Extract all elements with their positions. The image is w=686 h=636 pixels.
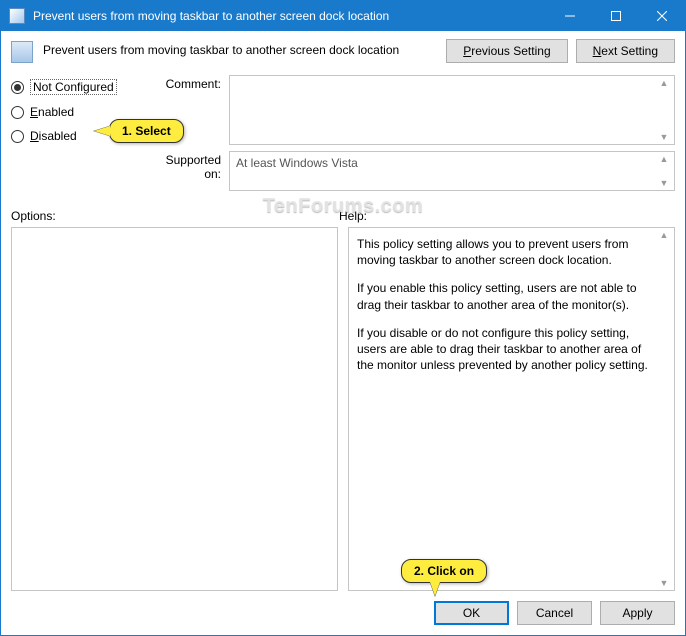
radio-label: Enabled bbox=[30, 105, 74, 119]
apply-button[interactable]: Apply bbox=[600, 601, 675, 625]
previous-setting-button[interactable]: Previous Setting bbox=[446, 39, 567, 63]
cancel-button[interactable]: Cancel bbox=[517, 601, 592, 625]
close-button[interactable] bbox=[639, 1, 685, 31]
radio-enabled[interactable]: Enabled bbox=[11, 105, 141, 119]
scroll-down-icon: ▼ bbox=[656, 178, 672, 188]
window-title: Prevent users from moving taskbar to ano… bbox=[33, 9, 547, 23]
annotation-callout-select: 1. Select bbox=[109, 119, 184, 143]
dialog-content: Prevent users from moving taskbar to ano… bbox=[1, 31, 685, 635]
comment-label: Comment: bbox=[149, 75, 229, 91]
fields: Comment: ▲▼ Supported on: At least Windo… bbox=[149, 75, 675, 197]
footer-buttons: OK Cancel Apply bbox=[11, 601, 675, 625]
header-row: Prevent users from moving taskbar to ano… bbox=[11, 39, 675, 63]
supported-textarea: At least Windows Vista ▲▼ bbox=[229, 151, 675, 191]
titlebar: Prevent users from moving taskbar to ano… bbox=[1, 1, 685, 31]
supported-label: Supported on: bbox=[149, 151, 229, 181]
scrollbar[interactable]: ▲▼ bbox=[656, 230, 672, 588]
options-label: Options: bbox=[11, 209, 339, 223]
scroll-down-icon: ▼ bbox=[656, 578, 672, 588]
next-setting-button[interactable]: Next Setting bbox=[576, 39, 675, 63]
window-controls bbox=[547, 1, 685, 31]
scrollbar[interactable]: ▲▼ bbox=[656, 78, 672, 142]
help-panel: This policy setting allows you to preven… bbox=[348, 227, 675, 591]
options-panel bbox=[11, 227, 338, 591]
maximize-button[interactable] bbox=[593, 1, 639, 31]
scroll-up-icon: ▲ bbox=[656, 78, 672, 88]
app-icon bbox=[9, 8, 25, 24]
minimize-button[interactable] bbox=[547, 1, 593, 31]
dialog-title: Prevent users from moving taskbar to ano… bbox=[43, 39, 436, 57]
comment-row: Comment: ▲▼ bbox=[149, 75, 675, 145]
radio-dot-icon bbox=[11, 81, 24, 94]
scroll-up-icon: ▲ bbox=[656, 154, 672, 164]
scroll-up-icon: ▲ bbox=[656, 230, 672, 240]
help-paragraph: If you disable or do not configure this … bbox=[357, 325, 654, 374]
help-label: Help: bbox=[339, 209, 367, 223]
radio-label: Not Configured bbox=[30, 79, 117, 95]
supported-row: Supported on: At least Windows Vista ▲▼ bbox=[149, 151, 675, 191]
comment-textarea[interactable]: ▲▼ bbox=[229, 75, 675, 145]
policy-icon bbox=[11, 41, 33, 63]
radio-dot-icon bbox=[11, 130, 24, 143]
nav-buttons: Previous Setting Next Setting bbox=[446, 39, 675, 63]
scrollbar[interactable]: ▲▼ bbox=[656, 154, 672, 188]
scroll-down-icon: ▼ bbox=[656, 132, 672, 142]
radio-label: Disabled bbox=[30, 129, 77, 143]
radio-not-configured[interactable]: Not Configured bbox=[11, 79, 141, 95]
annotation-callout-click: 2. Click on bbox=[401, 559, 487, 583]
radio-dot-icon bbox=[11, 106, 24, 119]
help-paragraph: This policy setting allows you to preven… bbox=[357, 236, 654, 268]
panel-labels: Options: Help: bbox=[11, 209, 675, 223]
panels: This policy setting allows you to preven… bbox=[11, 227, 675, 591]
ok-button[interactable]: OK bbox=[434, 601, 509, 625]
help-paragraph: If you enable this policy setting, users… bbox=[357, 280, 654, 312]
